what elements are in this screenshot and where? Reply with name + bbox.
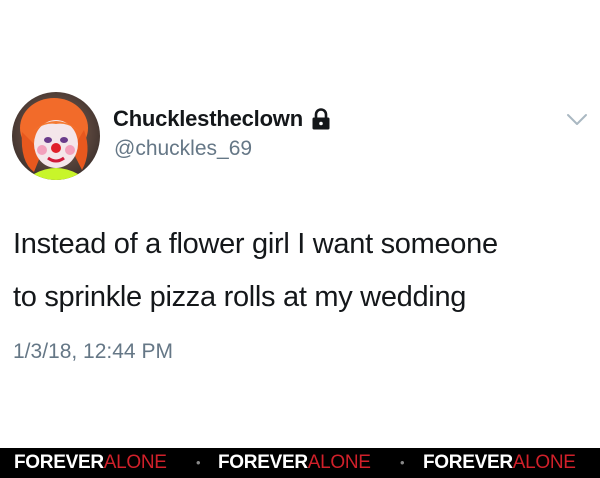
watermark-item: FOREVERALONE [423,452,576,474]
watermark-bar: FOREVERALONE • FOREVERALONE • FOREVERALO… [0,448,600,478]
tweet-card: Chucklestheclown @chuckles_69 Instead of… [0,0,600,448]
display-name-row: Chucklestheclown [113,104,331,134]
watermark-forever: FOREVER [423,452,513,473]
user-handle[interactable]: @chuckles_69 [114,137,252,161]
clown-avatar-icon [12,92,100,180]
tweet-text-line: to sprinkle pizza rolls at my wedding [13,281,467,313]
watermark-forever: FOREVER [218,452,308,473]
watermark-separator: • [196,455,201,470]
watermark-item: FOREVERALONE [218,452,371,474]
watermark-separator: • [400,455,405,470]
display-name[interactable]: Chucklestheclown [113,106,303,132]
avatar[interactable] [12,92,100,180]
tweet-text-line: Instead of a flower girl I want someone [13,228,498,260]
watermark-alone: ALONE [103,452,167,473]
tweet-text: Instead of a flower girl I want someone … [13,218,593,324]
watermark-forever: FOREVER [14,452,104,473]
lock-icon [311,108,331,130]
tweet-timestamp[interactable]: 1/3/18, 12:44 PM [13,340,173,364]
watermark-alone: ALONE [307,452,371,473]
chevron-down-icon[interactable] [566,112,588,128]
page: Chucklestheclown @chuckles_69 Instead of… [0,0,600,478]
watermark-item: FOREVERALONE [14,452,167,474]
watermark-alone: ALONE [512,452,576,473]
